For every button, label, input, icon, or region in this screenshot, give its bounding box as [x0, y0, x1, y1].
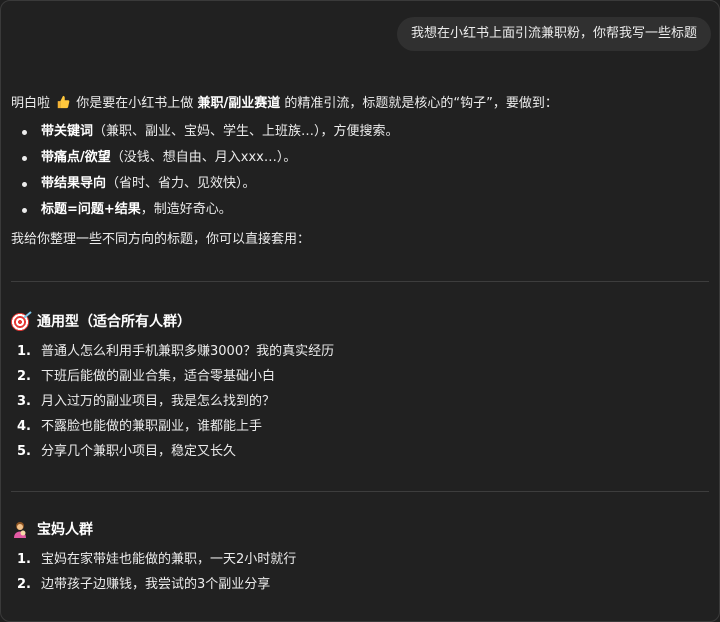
- list-item: 标题=问题+结果，制造好奇心。: [22, 197, 709, 223]
- user-message-bubble[interactable]: 我想在小红书上面引流兼职粉，你帮我写一些标题: [396, 17, 711, 51]
- section-title: 宝妈人群: [11, 519, 709, 541]
- list-item-text: ，制造好奇心。: [140, 202, 232, 217]
- list-number: 1.: [17, 344, 31, 359]
- list-item-text: 下班后能做的副业合集，适合零基础小白: [41, 369, 276, 384]
- intro-text-bold: 兼职/副业赛道: [197, 96, 281, 111]
- list-item: 2. 下班后能做的副业合集，适合零基础小白: [17, 364, 709, 389]
- intro-text-1: 明白啦: [11, 96, 51, 111]
- chat-window: 我想在小红书上面引流兼职粉，你帮我写一些标题 明白啦 你是要在小红书上做 兼职/…: [0, 0, 720, 622]
- list-item-text: 边带孩子边赚钱，我尝试的3个副业分享: [41, 577, 271, 592]
- list-item-text: （没钱、想自由、月入xxx…）。: [110, 150, 297, 165]
- list-item-bold: 带痛点/欲望: [41, 150, 111, 165]
- user-message-row: 我想在小红书上面引流兼职粉，你帮我写一些标题: [396, 17, 711, 51]
- list-item: 3. 月入过万的副业项目，我是怎么找到的？: [17, 389, 709, 414]
- list-item: 2. 边带孩子边赚钱，我尝试的3个副业分享: [17, 572, 709, 597]
- list-item: 带痛点/欲望（没钱、想自由、月入xxx…）。: [22, 145, 709, 171]
- list-item: 1. 普通人怎么利用手机兼职多赚3000？我的真实经历: [17, 339, 709, 364]
- list-number: 1.: [17, 552, 31, 567]
- section-title: 通用型（适合所有人群）: [11, 311, 709, 333]
- section-title-text: 宝妈人群: [37, 522, 93, 538]
- list-item-text: （省时、省力、见效快）。: [106, 176, 256, 191]
- criteria-list: 带关键词（兼职、副业、宝妈、学生、上班族…），方便搜索。 带痛点/欲望（没钱、想…: [11, 119, 709, 223]
- list-number: 2.: [17, 369, 31, 384]
- section-title-text: 通用型（适合所有人群）: [37, 314, 191, 330]
- list-number: 3.: [17, 394, 31, 409]
- list-number: 5.: [17, 444, 31, 459]
- list-item: 5. 分享几个兼职小项目，稳定又长久: [17, 439, 709, 464]
- intro-text-2: 你是要在小红书上做: [76, 96, 194, 111]
- list-item-text: 分享几个兼职小项目，稳定又长久: [41, 444, 237, 459]
- assistant-intro: 明白啦 你是要在小红书上做 兼职/副业赛道 的精准引流，标题就是核心的“钩子”，…: [11, 93, 709, 115]
- thumbs-up-icon: [57, 95, 70, 109]
- list-number: 4.: [17, 419, 31, 434]
- section-mom: 宝妈人群 1. 宝妈在家带娃也能做的兼职，一天2小时就行 2. 边带孩子边赚钱，我尝…: [11, 519, 709, 597]
- list-item-bold: 带结果导向: [41, 176, 107, 191]
- title-list: 1. 宝妈在家带娃也能做的兼职，一天2小时就行 2. 边带孩子边赚钱，我尝试的3个副…: [11, 547, 709, 597]
- section-general: 通用型（适合所有人群） 1. 普通人怎么利用手机兼职多赚3000？我的真实经历 2…: [11, 311, 709, 464]
- title-list: 1. 普通人怎么利用手机兼职多赚3000？我的真实经历 2. 下班后能做的副业合集，…: [11, 339, 709, 464]
- intro-text-3: 的精准引流，标题就是核心的“钩子”，要做到：: [284, 96, 558, 111]
- list-item-bold: 标题=问题+结果: [41, 202, 141, 217]
- list-item-text: 普通人怎么利用手机兼职多赚3000？我的真实经历: [41, 344, 335, 359]
- list-item: 4. 不露脸也能做的兼职副业，谁都能上手: [17, 414, 709, 439]
- list-item-text: 月入过万的副业项目，我是怎么找到的？: [41, 394, 276, 409]
- section-divider: [11, 491, 709, 492]
- list-item-text: 宝妈在家带娃也能做的兼职，一天2小时就行: [41, 552, 297, 567]
- list-item: 带关键词（兼职、副业、宝妈、学生、上班族…），方便搜索。: [22, 119, 709, 145]
- assistant-message: 明白啦 你是要在小红书上做 兼职/副业赛道 的精准引流，标题就是核心的“钩子”，…: [11, 93, 709, 251]
- assistant-intro-2: 我给你整理一些不同方向的标题，你可以直接套用：: [11, 232, 311, 247]
- list-item-bold: 带关键词: [41, 124, 94, 139]
- target-icon: [11, 313, 29, 331]
- section-divider: [11, 281, 709, 282]
- mom-icon: [14, 522, 26, 538]
- list-item: 带结果导向（省时、省力、见效快）。: [22, 171, 709, 197]
- list-item-text: 不露脸也能做的兼职副业，谁都能上手: [41, 419, 263, 434]
- list-item: 1. 宝妈在家带娃也能做的兼职，一天2小时就行: [17, 547, 709, 572]
- list-number: 2.: [17, 577, 31, 592]
- list-item-text: （兼职、副业、宝妈、学生、上班族…），方便搜索。: [93, 124, 399, 139]
